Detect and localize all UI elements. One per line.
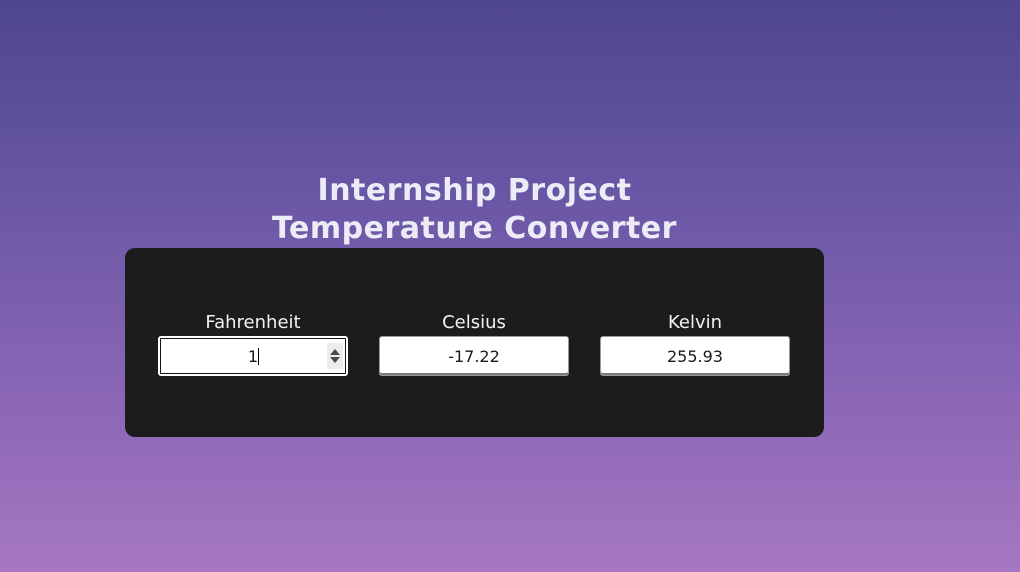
fahrenheit-input[interactable] — [160, 338, 346, 374]
title-line-2: Temperature Converter — [272, 211, 677, 246]
celsius-input-box[interactable] — [379, 336, 569, 376]
number-stepper-icon[interactable] — [327, 343, 343, 369]
celsius-input[interactable] — [380, 337, 568, 375]
celsius-field-group: Celsius — [379, 311, 569, 376]
kelvin-input-box[interactable] — [600, 336, 790, 376]
kelvin-field-group: Kelvin — [600, 311, 790, 376]
page-title: Internship Project Temperature Converter — [125, 172, 824, 248]
fahrenheit-input-box[interactable] — [158, 336, 348, 376]
celsius-label: Celsius — [442, 312, 506, 333]
converter-panel: Fahrenheit Celsius Kelvin — [125, 248, 824, 437]
fahrenheit-field-group: Fahrenheit — [158, 311, 348, 376]
kelvin-input[interactable] — [601, 337, 789, 375]
title-line-1: Internship Project — [317, 173, 632, 208]
stepper-down-icon[interactable] — [330, 357, 340, 363]
fahrenheit-label: Fahrenheit — [205, 312, 301, 333]
stepper-up-icon[interactable] — [330, 349, 340, 355]
text-cursor — [258, 348, 259, 365]
kelvin-label: Kelvin — [667, 312, 723, 333]
